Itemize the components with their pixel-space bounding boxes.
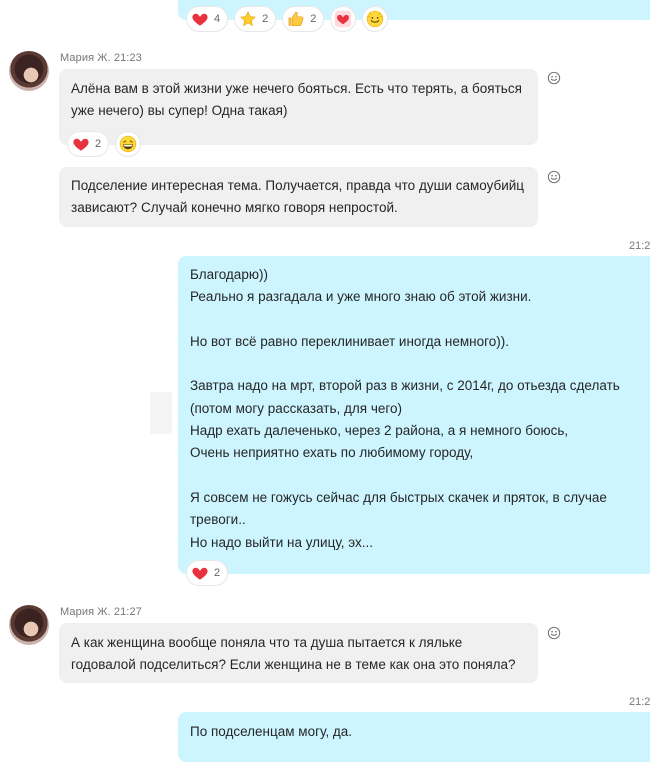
message-line: тревоги..: [190, 512, 246, 528]
message-line: Реально я разгадала и уже много знаю об …: [190, 289, 532, 305]
message-reactions: 2: [186, 560, 229, 586]
message-reactions: 4 2 2: [186, 6, 389, 32]
smile-icon: [366, 10, 384, 28]
heart-icon: [72, 135, 90, 153]
add-reaction-icon[interactable]: [547, 170, 561, 184]
message-header: Мария Ж. 21:23: [60, 52, 142, 64]
message-time: 21:2: [629, 696, 650, 708]
message-line: Благодарю)): [190, 267, 268, 282]
message-time: 21:23: [113, 52, 142, 64]
add-reaction-icon[interactable]: [547, 71, 561, 85]
outgoing-message[interactable]: Благодарю)) Реально я разгадала и уже мн…: [178, 256, 650, 574]
reaction-smile[interactable]: [362, 6, 389, 32]
message-line: годовалой подселиться? Если женщина не в…: [71, 657, 516, 673]
reaction-count: 4: [214, 13, 221, 25]
message-line: Надр ехать далеченько, через 2 района, а…: [190, 423, 569, 439]
message-line: Алёна вам в этой жизни уже нечего боятьс…: [71, 81, 522, 96]
message-line: Но вот всё равно переклинивает иногда не…: [190, 333, 509, 349]
reaction-laugh[interactable]: [115, 131, 142, 157]
reaction-heart[interactable]: 4: [186, 6, 229, 32]
message-line: По подселенцам могу, да.: [190, 724, 353, 739]
selection-highlight: [150, 392, 172, 434]
message-line: А как женщина вообще поняла что та душа …: [71, 635, 463, 650]
outgoing-message[interactable]: По подселенцам могу, да.: [178, 712, 650, 762]
incoming-message[interactable]: А как женщина вообще поняла что та душа …: [59, 623, 538, 683]
reaction-count: 2: [214, 567, 221, 579]
reaction-heart-badge[interactable]: [330, 6, 357, 32]
reaction-heart[interactable]: 2: [186, 560, 229, 586]
reaction-heart[interactable]: 2: [67, 131, 110, 157]
message-line: Я совсем не гожусь сейчас для быстрых ск…: [190, 489, 607, 505]
message-line: уже нечего) вы супер! Одна такая): [71, 103, 288, 119]
message-header: Мария Ж. 21:27: [60, 606, 142, 618]
message-line: зависают? Случай конечно мягко говоря не…: [71, 200, 398, 216]
star-icon: [239, 10, 257, 28]
message-line: (потом могу рассказать, для чего): [190, 400, 402, 416]
message-line: [190, 465, 650, 487]
message-line: Очень неприятно ехать по любимому городу…: [190, 445, 474, 461]
incoming-message[interactable]: Подселение интересная тема. Получается, …: [59, 167, 538, 227]
message-reactions: 2: [67, 131, 142, 157]
avatar[interactable]: [9, 51, 49, 91]
message-line: Но надо выйти на улицу, эх...: [190, 534, 373, 550]
reaction-count: 2: [95, 138, 102, 150]
message-line: Подселение интересная тема. Получается, …: [71, 178, 525, 193]
sender-name: Мария Ж.: [60, 52, 111, 64]
message-time: 21:27: [113, 606, 142, 618]
add-reaction-icon[interactable]: [547, 626, 561, 640]
thumbs-up-icon: [287, 10, 305, 28]
reaction-star[interactable]: 2: [234, 6, 277, 32]
avatar[interactable]: [9, 605, 49, 645]
reaction-count: 2: [262, 13, 269, 25]
reaction-count: 2: [310, 13, 317, 25]
heart-badge-icon: [334, 10, 352, 28]
laugh-icon: [119, 135, 137, 153]
reaction-thumbs-up[interactable]: 2: [282, 6, 325, 32]
heart-icon: [191, 564, 209, 582]
heart-icon: [191, 10, 209, 28]
message-line: [190, 309, 650, 331]
message-time: 21:2: [629, 240, 650, 252]
message-line: [190, 353, 650, 375]
message-line: Завтра надо на мрт, второй раз в жизни, …: [190, 378, 620, 394]
sender-name: Мария Ж.: [60, 606, 111, 618]
